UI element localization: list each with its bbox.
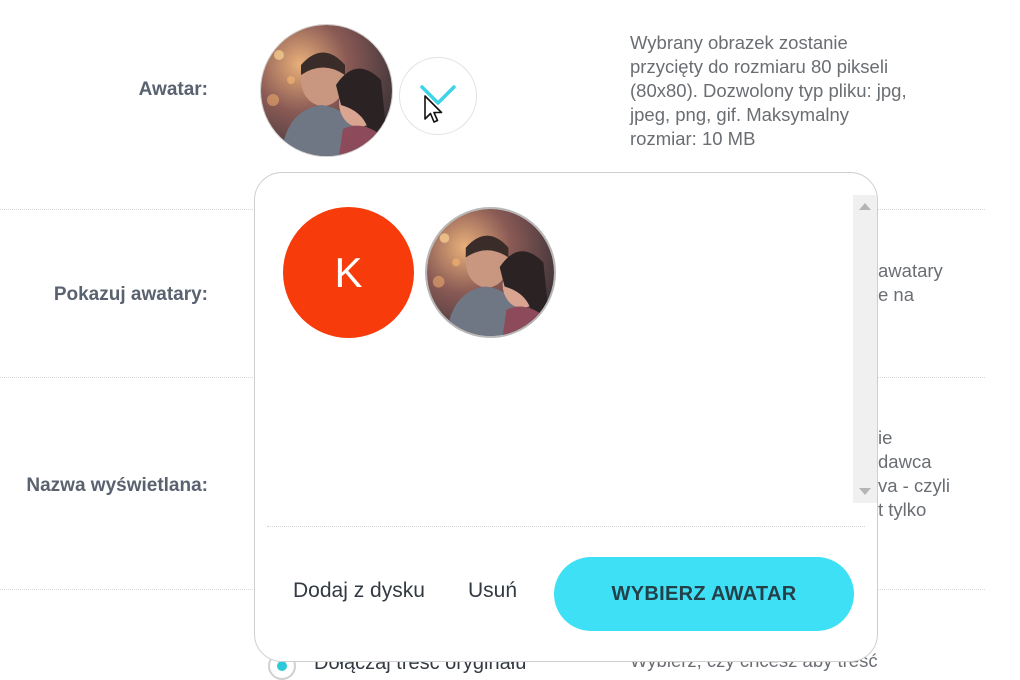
desc-line: (80x80). Dozwolony typ pliku: jpg, (630, 80, 907, 101)
avatar-picker-popup: K Dodaj z dysku Usuń WYBIERZ AWATAR (254, 172, 878, 662)
remove-link[interactable]: Usuń (468, 579, 517, 603)
choose-avatar-label: WYBIERZ AWATAR (611, 582, 797, 605)
current-avatar (260, 24, 393, 157)
desc-line: jpeg, png, gif. Maksymalny (630, 104, 850, 125)
scroll-down-arrow-icon[interactable] (859, 488, 871, 495)
avatar-photo-image (261, 25, 392, 156)
avatar-photo-image (427, 209, 554, 336)
desc-line: rozmiar: 10 MB (630, 128, 756, 149)
desc-line: przycięty do rozmiaru 80 pikseli (630, 56, 889, 77)
show-avatars-label: Pokazuj awatary: (53, 284, 208, 305)
display-name-label: Nazwa wyświetlana: (26, 475, 208, 496)
letter-avatar-option[interactable]: K (283, 207, 414, 338)
letter-avatar-text: K (334, 248, 363, 296)
mouse-pointer-icon (424, 95, 443, 123)
choose-avatar-button[interactable]: WYBIERZ AWATAR (554, 557, 854, 631)
avatar-label: Awatar: (138, 79, 208, 100)
popup-divider (267, 526, 865, 527)
desc-line: Wybrany obrazek zostanie (630, 32, 848, 53)
scrollbar[interactable] (853, 195, 877, 503)
radio-dot (277, 661, 287, 671)
add-from-disk-link[interactable]: Dodaj z dysku (293, 579, 425, 603)
photo-avatar-option[interactable] (425, 207, 556, 338)
scroll-up-arrow-icon[interactable] (859, 203, 871, 210)
avatar-description: Wybrany obrazek zostanie przycięty do ro… (630, 31, 970, 151)
